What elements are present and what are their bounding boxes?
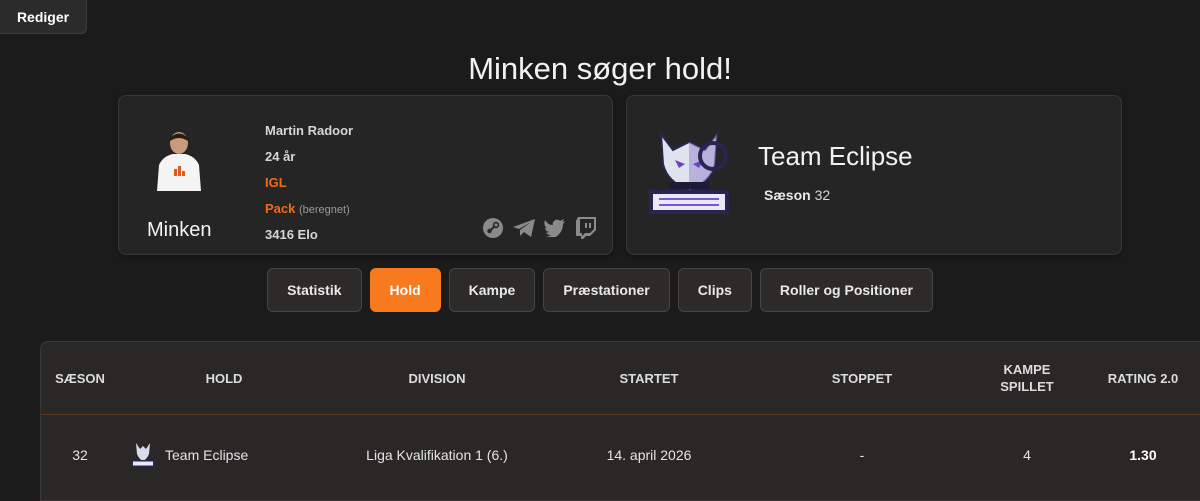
steam-icon[interactable]	[481, 216, 505, 240]
player-role: IGL	[265, 175, 287, 190]
social-links	[481, 216, 598, 240]
telegram-icon[interactable]	[512, 216, 536, 240]
team-card: Team Eclipse Sæson 32	[626, 95, 1122, 255]
player-playstyle-row: Pack (beregnet)	[265, 196, 353, 222]
cell-rating: 1.30	[1129, 447, 1157, 463]
player-card: Minken Martin Radoor 24 år IGL Pack (ber…	[118, 95, 613, 255]
team-eclipse-small-logo-icon	[131, 443, 155, 467]
header-stopped: STOPPET	[831, 370, 893, 386]
header-matches-line2: SPILLET	[1000, 379, 1054, 394]
team-name: Team Eclipse	[758, 141, 913, 171]
twitter-icon[interactable]	[543, 216, 567, 240]
tab-praestationer[interactable]: Præstationer	[543, 268, 670, 312]
tab-clips[interactable]: Clips	[677, 268, 752, 312]
cell-season: 32	[72, 447, 88, 463]
cell-stopped: -	[859, 447, 865, 463]
profile-tabs: Statistik Hold Kampe Præstationer Clips …	[0, 268, 1200, 312]
player-age: 24 år	[265, 149, 296, 164]
player-playstyle: Pack	[265, 201, 296, 216]
table-row[interactable]: 32 Team Eclipse Liga Kvalifikation 1 (6.…	[41, 415, 1200, 495]
table-header: SÆSON HOLD DIVISION STARTET STOPPET KAMP…	[41, 342, 1200, 415]
player-elo: 3416 Elo	[265, 227, 318, 242]
header-started: STARTET	[619, 370, 679, 386]
header-season: SÆSON	[55, 370, 105, 386]
team-season-label: Sæson	[764, 187, 811, 203]
header-team: HOLD	[205, 370, 243, 386]
tab-kampe[interactable]: Kampe	[448, 268, 536, 312]
player-nickname: Minken	[147, 219, 212, 241]
teams-table: SÆSON HOLD DIVISION STARTET STOPPET KAMP…	[40, 341, 1200, 501]
twitch-icon[interactable]	[574, 216, 598, 240]
team-eclipse-logo	[649, 130, 729, 214]
tab-roller-og-positioner[interactable]: Roller og Positioner	[759, 268, 933, 312]
player-avatar	[157, 132, 201, 191]
header-division: DIVISION	[408, 370, 466, 386]
player-playstyle-note: (beregnet)	[299, 204, 350, 216]
header-matches: KAMPE SPILLET	[977, 342, 1077, 414]
edit-button[interactable]: Rediger	[0, 0, 87, 34]
team-season: Sæson 32	[764, 187, 830, 203]
cell-started: 14. april 2026	[606, 447, 692, 463]
cell-division: Liga Kvalifikation 1 (6.)	[366, 447, 508, 463]
cell-matches: 4	[1023, 447, 1031, 463]
cell-team-name: Team Eclipse	[165, 447, 249, 463]
page-title: Minken søger hold!	[468, 51, 732, 86]
header-rating: RATING 2.0	[1107, 370, 1179, 386]
cell-team[interactable]: Team Eclipse	[129, 415, 319, 495]
header-matches-line1: KAMPE	[1003, 362, 1051, 377]
team-season-value: 32	[814, 187, 831, 203]
tab-statistik[interactable]: Statistik	[267, 268, 362, 312]
tab-hold[interactable]: Hold	[369, 268, 441, 312]
player-real-name: Martin Radoor	[265, 123, 354, 138]
player-info: Martin Radoor 24 år IGL Pack (beregnet) …	[265, 118, 353, 248]
